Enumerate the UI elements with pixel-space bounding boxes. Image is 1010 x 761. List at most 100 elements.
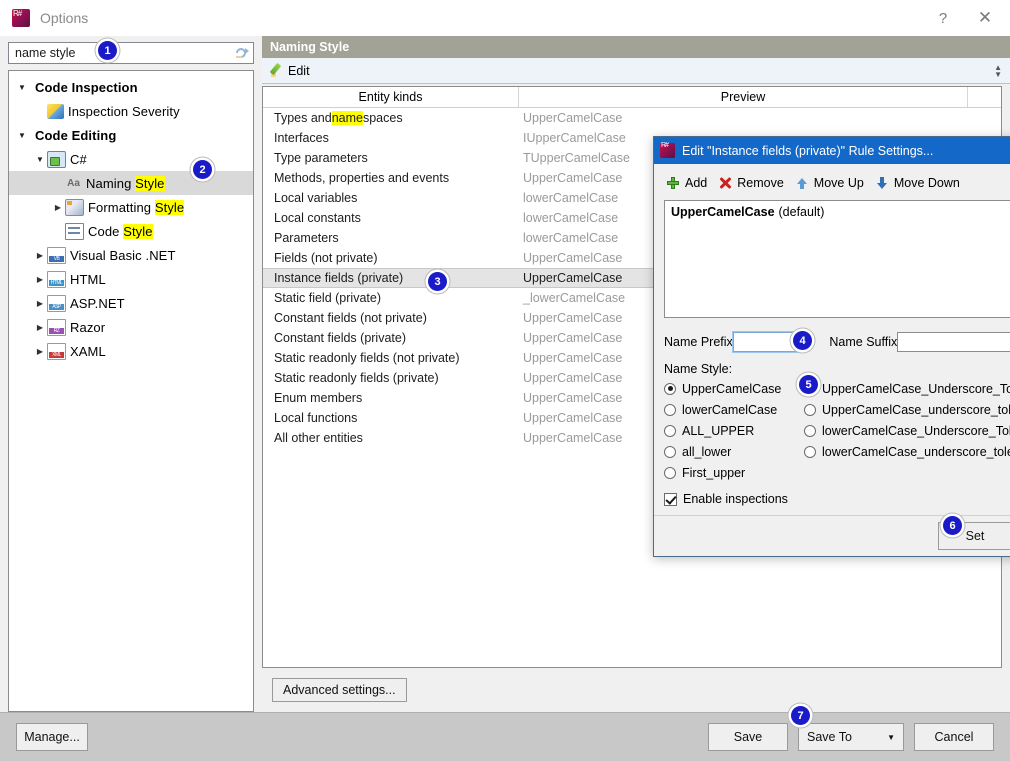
chevron-right-icon[interactable]: ▶ (51, 203, 65, 212)
text-highlight: Style (154, 199, 185, 215)
chevron-right-icon[interactable]: ▶ (33, 323, 47, 332)
enable-inspections-row[interactable]: Enable inspections (664, 492, 1010, 506)
move-down-button[interactable]: Move Down (873, 175, 965, 192)
cell-entity-kind: Static field (private) (274, 291, 381, 305)
search-clear-icon[interactable] (231, 46, 253, 60)
name-style-all-lower[interactable]: all_lower (664, 441, 804, 462)
move-up-button[interactable]: Move Up (793, 175, 869, 192)
name-suffix-input[interactable] (898, 333, 1010, 351)
column-header-extra[interactable] (968, 87, 1001, 107)
cell-entity-kind: Instance fields (private) (274, 271, 404, 285)
tree-item-visual-basic-net[interactable]: ▶ VB Visual Basic .NET (9, 243, 253, 267)
name-style-label: Name Style: (664, 362, 733, 376)
name-style-lowercamelcase-underscore-tolerant[interactable]: lowerCamelCase_Underscore_Tolerant (804, 420, 1010, 441)
toolbar-label: Move Down (893, 176, 960, 190)
cell-entity-kind: Types and name spaces (274, 111, 403, 125)
chevron-right-icon[interactable]: ▶ (33, 347, 47, 356)
tree-item-razor[interactable]: ▶ RZ Razor (9, 315, 253, 339)
tree-item-xaml[interactable]: ▶ XML XAML (9, 339, 253, 363)
manage-button[interactable]: Manage... (16, 723, 88, 751)
column-header-preview[interactable]: Preview (519, 87, 968, 107)
name-style-uppercamelcase[interactable]: UpperCamelCase (664, 378, 804, 399)
tree-item-naming-style[interactable]: Aa Naming Style (9, 171, 253, 195)
advanced-settings-button[interactable]: Advanced settings... (272, 678, 407, 702)
name-style-column-right: UpperCamelCase_Underscore_Tolerant UpperC… (804, 378, 1010, 483)
chevron-right-icon[interactable]: ▶ (33, 275, 47, 284)
tree-item-label: Code Editing (35, 127, 117, 143)
tree-item-asp-net[interactable]: ▶ ASP ASP.NET (9, 291, 253, 315)
name-style-uppercamelcase-underscore-tolerant[interactable]: UpperCamelCase_Underscore_Tolerant (804, 378, 1010, 399)
cell-entity-kind: Constant fields (not private) (274, 311, 427, 325)
tree-item-inspection-severity[interactable]: Inspection Severity (9, 99, 253, 123)
radio-button[interactable] (804, 424, 816, 437)
tree-item-code-inspection[interactable]: ▼ Code Inspection (9, 75, 253, 99)
search-area (8, 42, 254, 64)
tree-item-code-style[interactable]: Code Style (9, 219, 253, 243)
cell-entity-kind: Fields (not private) (274, 251, 378, 265)
table-row[interactable]: Types and name spaces UpperCamelCase (263, 108, 1001, 128)
search-box[interactable] (8, 42, 254, 64)
radio-button[interactable] (664, 466, 676, 479)
name-style-lowercamelcase-underscore-tolerant[interactable]: lowerCamelCase_underscore_tolerant (804, 441, 1010, 462)
name-prefix-field[interactable] (731, 331, 801, 353)
chevron-down-icon[interactable]: ▼ (15, 83, 29, 92)
tree-item-html[interactable]: ▶ HTML HTML (9, 267, 253, 291)
column-header-entity-kinds[interactable]: Entity kinds (263, 87, 519, 107)
save-to-button[interactable]: Save To ▼ (798, 723, 904, 751)
dialog-title: Edit "Instance fields (private)" Rule Se… (682, 143, 934, 158)
search-input[interactable] (9, 46, 231, 60)
chevron-down-icon[interactable]: ▲ ▼ (994, 63, 1002, 78)
cell-entity-kind: Static readonly fields (not private) (274, 351, 460, 365)
tree-item-label: Formatting Style (88, 199, 185, 215)
name-suffix-field[interactable] (897, 332, 1010, 352)
tree-item-label: Visual Basic .NET (70, 247, 176, 263)
step-badge-4: 4 (793, 331, 812, 350)
cell-preview: UpperCamelCase (523, 111, 623, 125)
name-style-uppercamelcase-underscore-tolerant[interactable]: UpperCamelCase_underscore_tolerant (804, 399, 1010, 420)
radio-label: First_upper (682, 465, 746, 480)
radio-label: lowerCamelCase_underscore_tolerant (822, 444, 1010, 459)
settings-tree[interactable]: ▼ Code Inspection Inspection Severity ▼ Code… (8, 70, 254, 712)
name-style-radio-group: UpperCamelCase lowerCamelCase ALL_UPPER all… (664, 378, 1010, 483)
radio-button[interactable] (664, 445, 676, 458)
tree-item-formatting-style[interactable]: ▶ Formatting Style (9, 195, 253, 219)
chevron-right-icon[interactable]: ▶ (33, 299, 47, 308)
radio-button[interactable] (664, 424, 676, 437)
save-button[interactable]: Save (708, 723, 788, 751)
tree-item-label: HTML (70, 271, 106, 287)
radio-button[interactable] (804, 403, 816, 416)
icon-tag: XML (49, 351, 64, 358)
name-prefix-input[interactable] (733, 333, 799, 351)
chevron-down-icon[interactable]: ▼ (33, 155, 47, 164)
toolbar-label: Add (685, 176, 708, 190)
advanced-settings-row: Advanced settings... (262, 668, 1010, 712)
naming-icon: Aa (67, 177, 80, 189)
settings-sidebar: ▼ Code Inspection Inspection Severity ▼ Code… (0, 36, 262, 712)
list-item[interactable]: UpperCamelCase (default) (671, 205, 1005, 219)
icon-tag: ASP (49, 303, 64, 310)
step-badge-5: 5 (799, 375, 818, 394)
chevron-right-icon[interactable]: ▶ (33, 251, 47, 260)
cell-entity-kind: Interfaces (274, 131, 329, 145)
radio-button[interactable] (664, 382, 676, 395)
name-style-lowercamelcase[interactable]: lowerCamelCase (664, 399, 804, 420)
text-highlight: name (331, 111, 363, 125)
chevron-down-icon[interactable]: ▼ (15, 131, 29, 140)
cell-entity-kind: Parameters (274, 231, 339, 245)
radio-button[interactable] (804, 445, 816, 458)
tree-item-code-editing[interactable]: ▼ Code Editing (9, 123, 253, 147)
tree-item-c[interactable]: ▼ C# (9, 147, 253, 171)
name-style-first-upper[interactable]: First_upper (664, 462, 804, 483)
radio-button[interactable] (664, 403, 676, 416)
remove-button[interactable]: Remove (716, 175, 789, 192)
rules-list[interactable]: UpperCamelCase (default) (664, 200, 1010, 318)
tree-item-label: C# (70, 151, 87, 167)
close-button[interactable]: ✕ (964, 3, 1006, 33)
enable-inspections-checkbox[interactable] (664, 492, 677, 506)
cancel-button[interactable]: Cancel (914, 723, 994, 751)
name-style-all-upper[interactable]: ALL_UPPER (664, 420, 804, 441)
add-button[interactable]: Add (664, 175, 712, 192)
help-button[interactable]: ? (922, 3, 964, 33)
edit-link[interactable]: Edit (288, 64, 310, 78)
